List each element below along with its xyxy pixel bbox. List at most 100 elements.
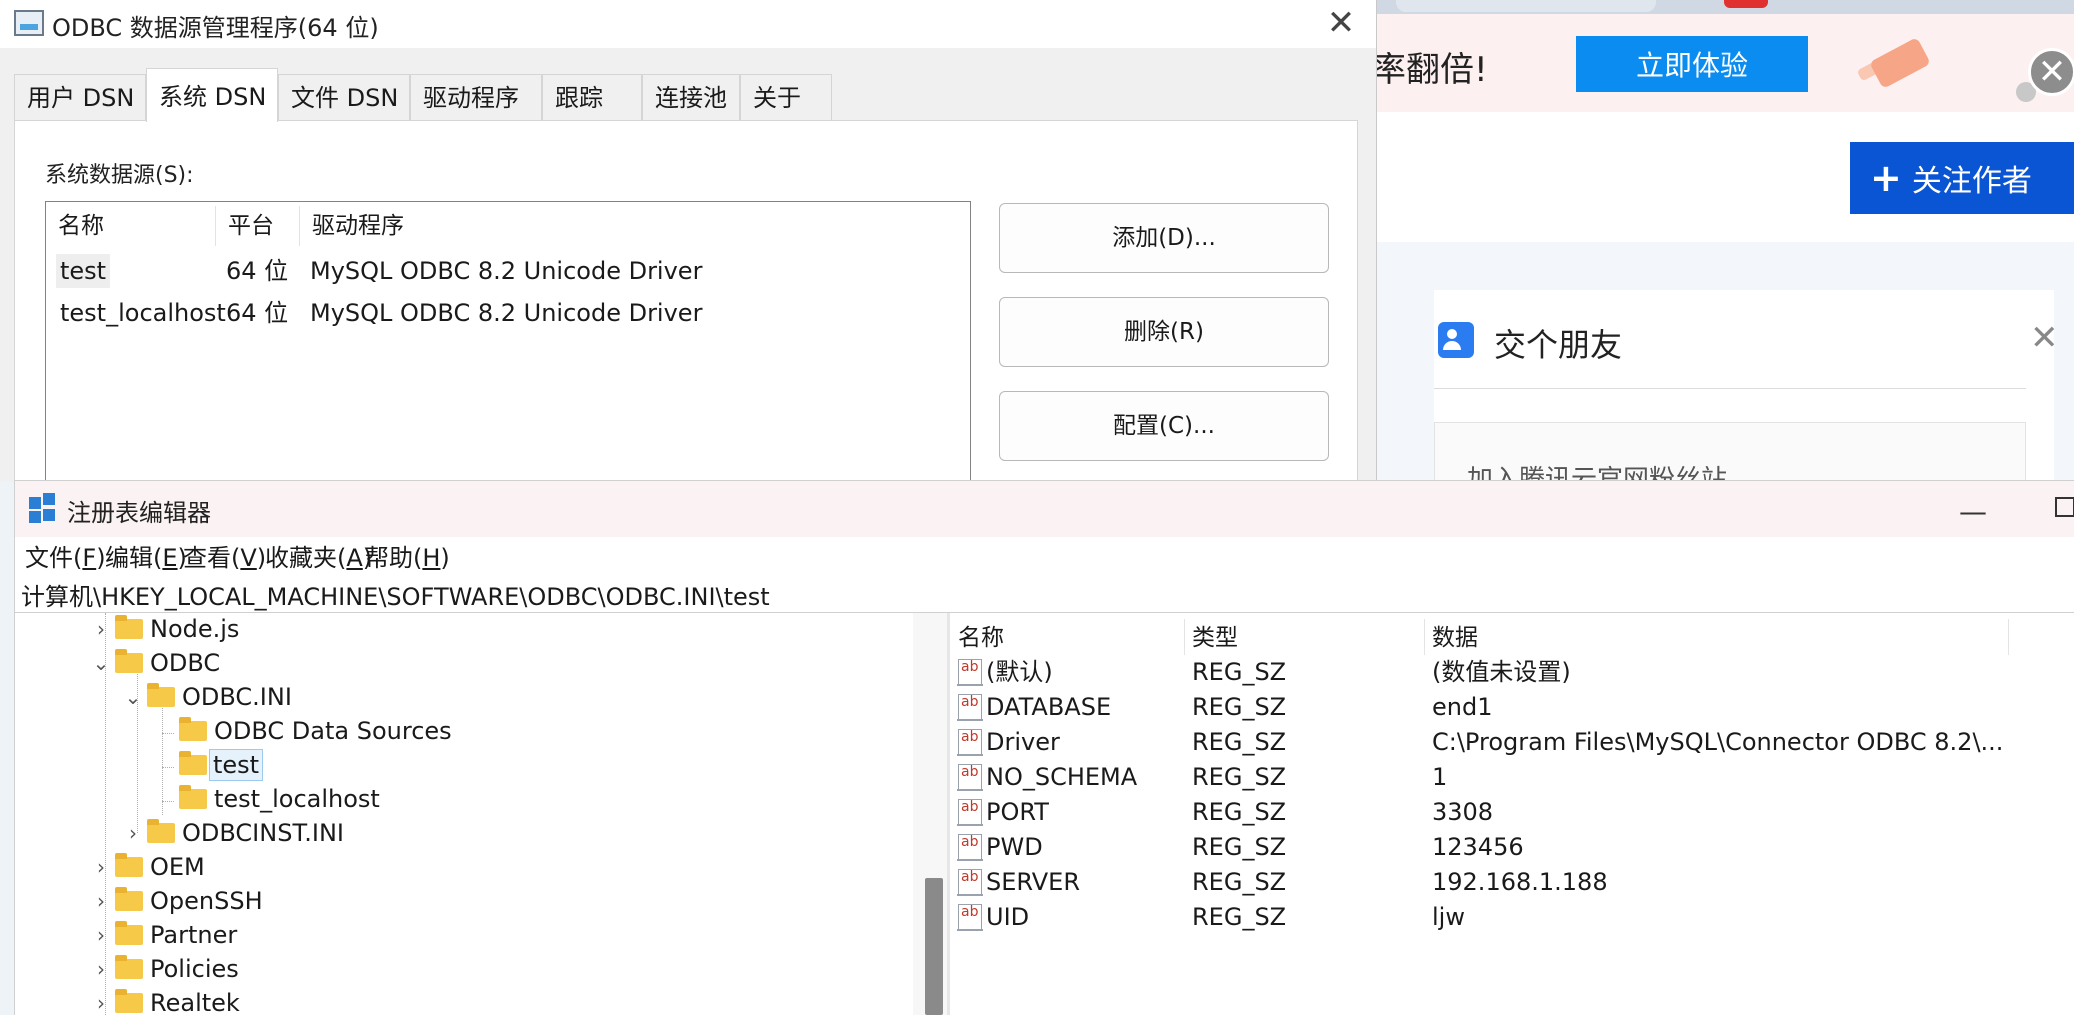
promo-banner: 率翻倍! 立即体验 ✕ <box>1376 14 2074 112</box>
tree-node-label: test_localhost <box>214 785 380 813</box>
tree-node-label: test <box>209 749 264 781</box>
banner-close-button[interactable]: ✕ <box>2028 48 2074 96</box>
tree-node-label: OpenSSH <box>150 887 263 915</box>
values-header-type[interactable]: 类型 <box>1192 621 1238 655</box>
header-separator[interactable] <box>2008 619 2009 655</box>
string-value-icon: ab <box>957 694 983 721</box>
chevron-right-icon[interactable]: › <box>91 851 111 883</box>
value-row[interactable]: ab (默认) REG_SZ (数值未设置) <box>950 655 2074 689</box>
dsn-row-platform[interactable]: 64 位 <box>226 296 288 330</box>
value-data: end1 <box>1432 693 1493 721</box>
column-header-name[interactable]: 名称 <box>46 206 216 246</box>
folder-icon <box>179 785 207 809</box>
value-row[interactable]: ab Driver REG_SZ C:\Program Files\MySQL\… <box>950 725 2074 759</box>
value-row[interactable]: ab PWD REG_SZ 123456 <box>950 830 2074 864</box>
folder-icon <box>115 649 143 673</box>
tree-guide-line <box>162 733 174 735</box>
value-row[interactable]: ab PORT REG_SZ 3308 <box>950 795 2074 829</box>
folder-icon <box>147 819 175 843</box>
value-data: 123456 <box>1432 833 1524 861</box>
value-data: 3308 <box>1432 798 1494 826</box>
author-header: + 关注作者 <box>1376 112 2074 242</box>
regedit-menu-bar: 文件(F) 编辑(E) 查看(V) 收藏夹(A) 帮助(H) <box>15 537 2074 579</box>
tab-user-dsn[interactable]: 用户 DSN <box>14 74 146 120</box>
menu-edit[interactable]: 编辑(E) <box>105 539 187 577</box>
value-type: REG_SZ <box>1192 728 1287 756</box>
chevron-right-icon[interactable]: › <box>91 919 111 951</box>
value-row[interactable]: ab DATABASE REG_SZ end1 <box>950 690 2074 724</box>
tab-drivers[interactable]: 驱动程序 <box>410 74 542 120</box>
tree-scrollbar[interactable] <box>913 613 947 1015</box>
menu-help[interactable]: 帮助(H) <box>365 539 450 577</box>
menu-view[interactable]: 查看(V) <box>183 539 266 577</box>
tab-connection-pooling[interactable]: 连接池 <box>642 74 740 120</box>
regedit-title-bar[interactable]: 注册表编辑器 — <box>15 481 2074 537</box>
chevron-down-icon[interactable]: ⌄ <box>91 647 111 679</box>
dsn-row-driver[interactable]: MySQL ODBC 8.2 Unicode Driver <box>310 254 702 288</box>
string-value-icon: ab <box>957 659 983 686</box>
remove-dsn-button[interactable]: 删除(R) <box>999 297 1329 367</box>
dsn-row-name[interactable]: test_localhost <box>60 296 226 330</box>
try-now-button[interactable]: 立即体验 <box>1576 36 1808 92</box>
values-header-name[interactable]: 名称 <box>958 621 1004 655</box>
follow-author-button[interactable]: + 关注作者 <box>1850 142 2074 214</box>
add-dsn-button[interactable]: 添加(D)... <box>999 203 1329 273</box>
registry-editor-window: 注册表编辑器 — 文件(F) 编辑(E) 查看(V) 收藏夹(A) 帮助(H) … <box>14 480 2074 1015</box>
tab-tracing[interactable]: 跟踪 <box>542 74 642 120</box>
configure-dsn-button[interactable]: 配置(C)... <box>999 391 1329 461</box>
string-value-icon: ab <box>957 904 983 931</box>
chevron-right-icon[interactable]: › <box>91 987 111 1015</box>
values-header-data[interactable]: 数据 <box>1432 621 1478 655</box>
string-value-icon: ab <box>957 869 983 896</box>
card-title: 交个朋友 <box>1494 326 1623 364</box>
folder-icon <box>147 683 175 707</box>
chevron-down-icon[interactable]: ⌄ <box>123 681 143 713</box>
column-header-platform[interactable]: 平台 <box>216 206 300 246</box>
browser-tab[interactable] <box>1396 0 1656 12</box>
browser-tab-strip <box>1376 0 2074 14</box>
notification-tab[interactable] <box>1724 0 1768 8</box>
system-data-sources-label: 系统数据源(S): <box>45 163 194 188</box>
chevron-right-icon[interactable]: › <box>123 817 143 849</box>
value-type: REG_SZ <box>1192 868 1287 896</box>
value-name: PWD <box>986 833 1043 861</box>
tab-file-dsn[interactable]: 文件 DSN <box>278 74 410 120</box>
folder-icon <box>179 717 207 741</box>
odbc-close-button[interactable]: ✕ <box>1316 2 1366 44</box>
tree-guide-line <box>162 767 174 769</box>
value-data: (数值未设置) <box>1432 658 1571 686</box>
odbc-admin-window: ODBC 数据源管理程序(64 位) ✕ 用户 DSN 系统 DSN 文件 DS… <box>0 0 1377 482</box>
tree-scrollbar-thumb[interactable] <box>925 878 943 1015</box>
dsn-row-platform[interactable]: 64 位 <box>226 254 288 288</box>
tree-node-label: OEM <box>150 853 205 881</box>
registry-address-bar[interactable]: 计算机\HKEY_LOCAL_MACHINE\SOFTWARE\ODBC\ODB… <box>15 579 2074 613</box>
chevron-right-icon[interactable]: › <box>91 953 111 985</box>
chevron-right-icon[interactable]: › <box>91 613 111 645</box>
friends-icon <box>1438 322 1474 358</box>
system-dsn-list[interactable]: 名称 平台 驱动程序 test 64 位 MySQL ODBC 8.2 Unic… <box>45 201 971 482</box>
maximize-button[interactable] <box>2055 497 2074 517</box>
value-type: REG_SZ <box>1192 833 1287 861</box>
menu-favorites[interactable]: 收藏夹(A) <box>265 539 372 577</box>
menu-file[interactable]: 文件(F) <box>25 539 106 577</box>
tab-about[interactable]: 关于 <box>740 74 832 120</box>
value-row[interactable]: ab UID REG_SZ ljw <box>950 900 2074 934</box>
value-row[interactable]: ab SERVER REG_SZ 192.168.1.188 <box>950 865 2074 899</box>
plus-icon: + <box>1870 156 1902 200</box>
dsn-row-name[interactable]: test <box>56 254 111 288</box>
header-separator[interactable] <box>1424 619 1425 655</box>
registry-key-tree: › Node.js ⌄ ODBC ⌄ ODBC.INI ODBC Data So… <box>15 613 950 1015</box>
value-row[interactable]: ab NO_SCHEMA REG_SZ 1 <box>950 760 2074 794</box>
value-name: SERVER <box>986 868 1081 896</box>
string-value-icon: ab <box>957 764 983 791</box>
tree-guide-line <box>162 801 174 803</box>
tab-system-dsn[interactable]: 系统 DSN <box>146 68 278 122</box>
header-separator[interactable] <box>1184 619 1185 655</box>
card-close-button[interactable]: ✕ <box>2030 318 2059 358</box>
minimize-button[interactable]: — <box>1959 495 1987 528</box>
column-header-driver[interactable]: 驱动程序 <box>300 206 966 246</box>
tree-node-label: Realtek <box>150 989 240 1015</box>
chevron-right-icon[interactable]: › <box>91 885 111 917</box>
odbc-title-bar[interactable]: ODBC 数据源管理程序(64 位) ✕ <box>0 0 1376 48</box>
dsn-row-driver[interactable]: MySQL ODBC 8.2 Unicode Driver <box>310 296 702 330</box>
